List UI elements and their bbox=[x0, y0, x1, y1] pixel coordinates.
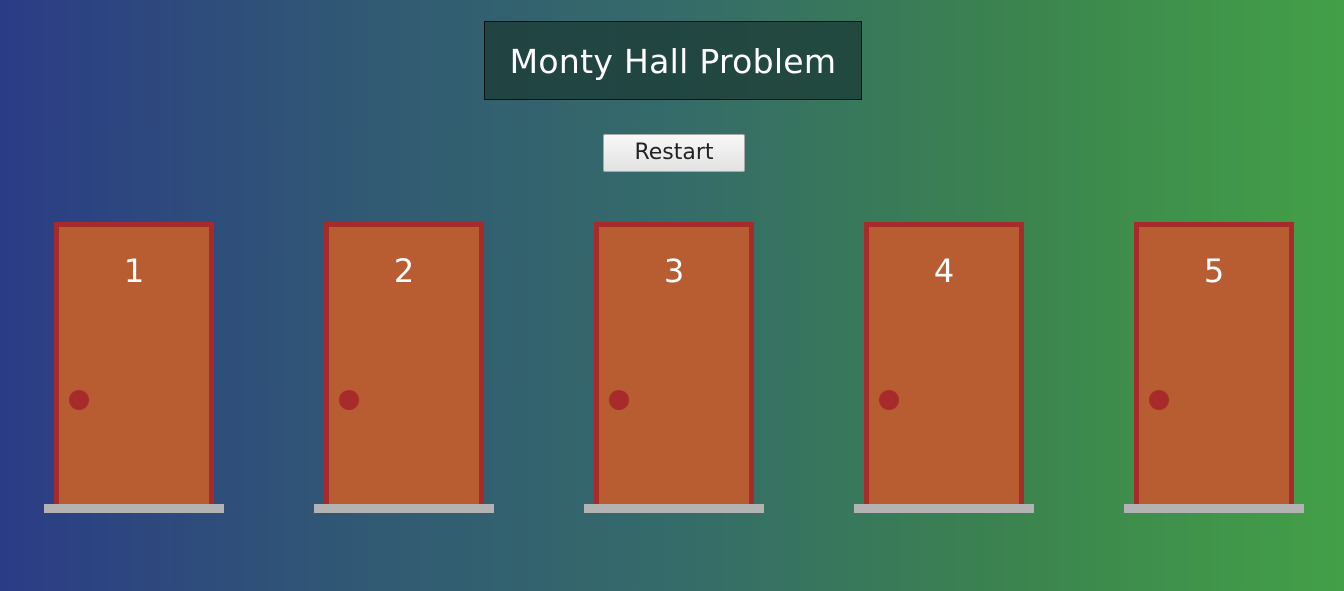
door-threshold bbox=[314, 504, 494, 513]
door-knob-icon bbox=[609, 390, 629, 410]
door-4[interactable]: 4 bbox=[854, 222, 1034, 514]
door-panel[interactable]: 2 bbox=[324, 222, 484, 504]
door-number: 5 bbox=[1203, 252, 1225, 290]
door-knob-icon bbox=[339, 390, 359, 410]
door-knob-icon bbox=[69, 390, 89, 410]
door-knob-icon bbox=[1149, 390, 1169, 410]
door-5[interactable]: 5 bbox=[1124, 222, 1304, 514]
door-panel[interactable]: 4 bbox=[864, 222, 1024, 504]
door-knob-icon bbox=[879, 390, 899, 410]
door-threshold bbox=[1124, 504, 1304, 513]
door-number: 1 bbox=[123, 252, 145, 290]
restart-button[interactable]: Restart bbox=[603, 134, 745, 172]
door-number: 3 bbox=[663, 252, 685, 290]
door-panel[interactable]: 3 bbox=[594, 222, 754, 504]
door-panel[interactable]: 5 bbox=[1134, 222, 1294, 504]
door-1[interactable]: 1 bbox=[44, 222, 224, 514]
door-number: 4 bbox=[933, 252, 955, 290]
door-2[interactable]: 2 bbox=[314, 222, 494, 514]
door-threshold bbox=[584, 504, 764, 513]
door-number: 2 bbox=[393, 252, 415, 290]
page-title: Monty Hall Problem bbox=[484, 21, 862, 100]
door-threshold bbox=[854, 504, 1034, 513]
door-3[interactable]: 3 bbox=[584, 222, 764, 514]
door-threshold bbox=[44, 504, 224, 513]
door-panel[interactable]: 1 bbox=[54, 222, 214, 504]
